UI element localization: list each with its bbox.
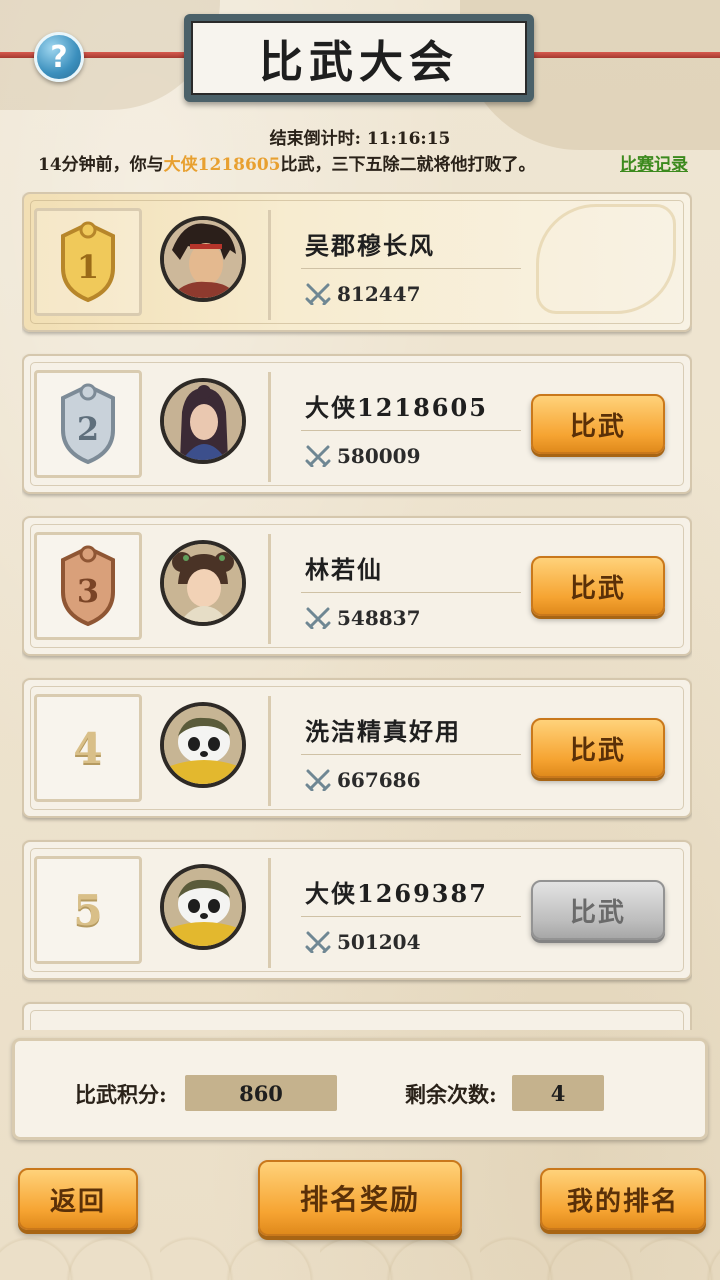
power-value: 501204 (337, 930, 421, 954)
fight-button[interactable]: 比武 (531, 556, 665, 616)
combat-power: 548837 (305, 606, 421, 630)
battle-news: 14分钟前，你与大侠1218605比武，三下五除二就将他打败了。 比赛记录 (38, 150, 688, 175)
crossed-swords-icon (305, 445, 331, 467)
ranking-card-partial (22, 1002, 692, 1030)
divider (301, 916, 521, 917)
news-suffix: 比武，三下五除二就将他打败了。 (280, 155, 536, 175)
silver-medal-icon: 2 (61, 383, 115, 465)
player-info: 林若仙 548837 比武 (268, 534, 678, 644)
divider (301, 430, 521, 431)
score-panel: 比武积分: 860 剩余次数: 4 (12, 1038, 708, 1140)
girl-avatar-icon (164, 544, 242, 622)
news-prefix: 14分钟前，你与 (38, 155, 164, 175)
svg-text:3: 3 (77, 572, 99, 610)
remaining-value: 4 (512, 1075, 604, 1111)
combat-power: 667686 (305, 768, 421, 792)
points-label: 比武积分: (75, 1082, 167, 1107)
rank-badge: 5 (34, 856, 142, 964)
rank-badge: 4 (34, 694, 142, 802)
player-avatar[interactable] (160, 702, 246, 788)
player-name[interactable]: 洗洁精真好用 (305, 712, 461, 747)
player-info: 大侠1269387 501204 比武 (268, 858, 678, 968)
crossed-swords-icon (305, 769, 331, 791)
question-mark-icon: ? (50, 39, 68, 75)
combat-power: 501204 (305, 930, 421, 954)
divider (301, 268, 521, 269)
combat-power: 812447 (305, 282, 421, 306)
ranking-card-1: 1 吴郡穆长风 812447 (22, 192, 692, 332)
power-value: 812447 (337, 282, 421, 306)
player-avatar[interactable] (160, 378, 246, 464)
player-avatar[interactable] (160, 216, 246, 302)
rank-reward-button[interactable]: 排名奖励 (258, 1160, 462, 1236)
player-name[interactable]: 林若仙 (305, 550, 383, 585)
news-opponent[interactable]: 大侠1218605 (164, 155, 281, 175)
match-record-link[interactable]: 比赛记录 (620, 150, 688, 175)
player-name[interactable]: 大侠1218605 (305, 388, 488, 423)
power-value: 580009 (337, 444, 421, 468)
remaining-label: 剩余次数: (405, 1082, 497, 1107)
bronze-medal-icon: 3 (61, 545, 115, 627)
swordsman-avatar-icon (164, 220, 242, 298)
divider (301, 754, 521, 755)
page-title: 比武大会 (191, 21, 527, 95)
crossed-swords-icon (305, 931, 331, 953)
power-value: 548837 (337, 606, 421, 630)
player-name[interactable]: 大侠1269387 (305, 874, 488, 909)
my-rank-button[interactable]: 我的排名 (540, 1168, 706, 1230)
gold-medal-icon: 1 (61, 221, 115, 303)
divider (301, 592, 521, 593)
ranking-card-4: 4 洗洁精真好用 667686 比武 (22, 678, 692, 818)
player-info: 大侠1218605 580009 比武 (268, 372, 678, 482)
svg-text:2: 2 (77, 410, 99, 448)
fight-button[interactable]: 比武 (531, 718, 665, 778)
rank-number: 4 (73, 723, 103, 773)
player-avatar[interactable] (160, 864, 246, 950)
player-info: 洗洁精真好用 667686 比武 (268, 696, 678, 806)
crossed-swords-icon (305, 283, 331, 305)
fight-button[interactable]: 比武 (531, 394, 665, 454)
crossed-swords-icon (305, 607, 331, 629)
help-button[interactable]: ? (34, 32, 84, 82)
female-warrior-avatar-icon (164, 382, 242, 460)
title-plaque: 比武大会 (184, 14, 534, 102)
countdown-timer: 结束倒计时: 11:16:15 (269, 129, 451, 149)
combat-power: 580009 (305, 444, 421, 468)
panda-avatar-icon (164, 706, 242, 784)
rank-badge: 1 (34, 208, 142, 316)
rank-number: 5 (73, 885, 103, 935)
rank-badge: 2 (34, 370, 142, 478)
svg-text:1: 1 (77, 248, 99, 286)
panda-avatar-icon (164, 868, 242, 946)
fight-button-disabled[interactable]: 比武 (531, 880, 665, 940)
player-info: 吴郡穆长风 812447 (268, 210, 678, 320)
player-name[interactable]: 吴郡穆长风 (305, 226, 435, 261)
ranking-card-3: 3 林若仙 548837 比武 (22, 516, 692, 656)
player-avatar[interactable] (160, 540, 246, 626)
ranking-card-5: 5 大侠1269387 501204 比武 (22, 840, 692, 980)
ranking-card-2: 2 大侠1218605 580009 比武 (22, 354, 692, 494)
power-value: 667686 (337, 768, 421, 792)
ranking-list[interactable]: 1 吴郡穆长风 812447 2 大侠1218605 580009 比武 3 林… (22, 192, 692, 1030)
points-value: 860 (185, 1075, 337, 1111)
back-button[interactable]: 返回 (18, 1168, 138, 1230)
rank-badge: 3 (34, 532, 142, 640)
